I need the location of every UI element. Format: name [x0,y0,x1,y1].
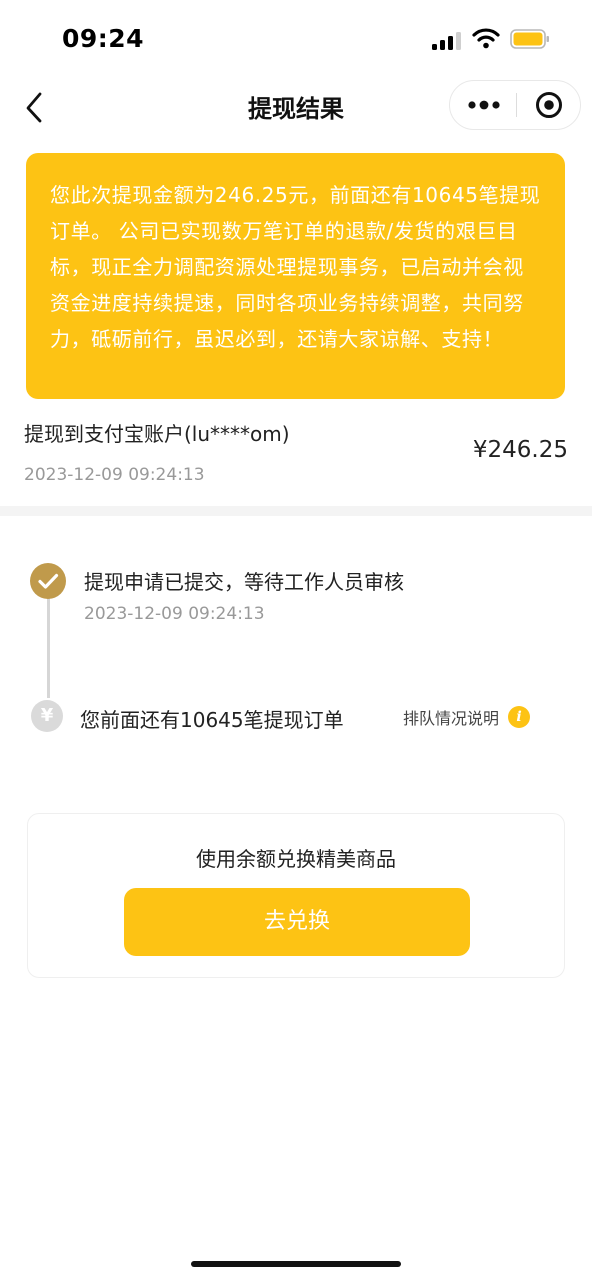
withdraw-amount: ¥246.25 [472,437,568,463]
notice-text: 您此次提现金额为246.25元，前面还有10645笔提现订单。 公司已实现数万笔… [50,183,541,351]
mini-program-capsule [449,80,581,130]
status-bar: 09:24 [0,0,592,80]
home-indicator[interactable] [191,1261,401,1267]
more-dots-icon [468,100,500,110]
more-button[interactable] [450,81,516,129]
withdraw-time: 2023-12-09 09:24:13 [24,465,205,485]
exchange-card: 使用余额兑换精美商品 去兑换 [27,813,565,978]
queue-info-link[interactable]: 排队情况说明 i [403,704,531,730]
yen-icon: ¥ [31,700,63,732]
target-close-icon [536,92,562,118]
timeline-connector [47,598,50,698]
battery-icon [510,29,549,49]
exchange-title: 使用余额兑换精美商品 [196,847,396,871]
timeline-step-title: 提现申请已提交，等待工作人员审核 [84,570,404,594]
queue-info-label: 排队情况说明 [403,709,500,728]
info-icon[interactable]: i [508,706,531,728]
timeline-step-time: 2023-12-09 09:24:13 [84,604,265,624]
signal-icon [432,32,462,50]
section-divider [0,506,592,516]
notice-banner: 您此次提现金额为246.25元，前面还有10645笔提现订单。 公司已实现数万笔… [26,153,565,399]
check-icon [30,563,66,599]
close-miniprogram-button[interactable] [517,81,581,129]
timeline-step-title: 您前面还有10645笔提现订单 [80,708,344,732]
withdraw-destination: 提现到支付宝账户(lu****om) [24,422,290,446]
status-time: 09:24 [62,24,145,53]
nav-bar: 提现结果 [0,80,592,132]
wifi-icon [472,28,500,49]
exchange-button[interactable]: 去兑换 [124,888,470,956]
